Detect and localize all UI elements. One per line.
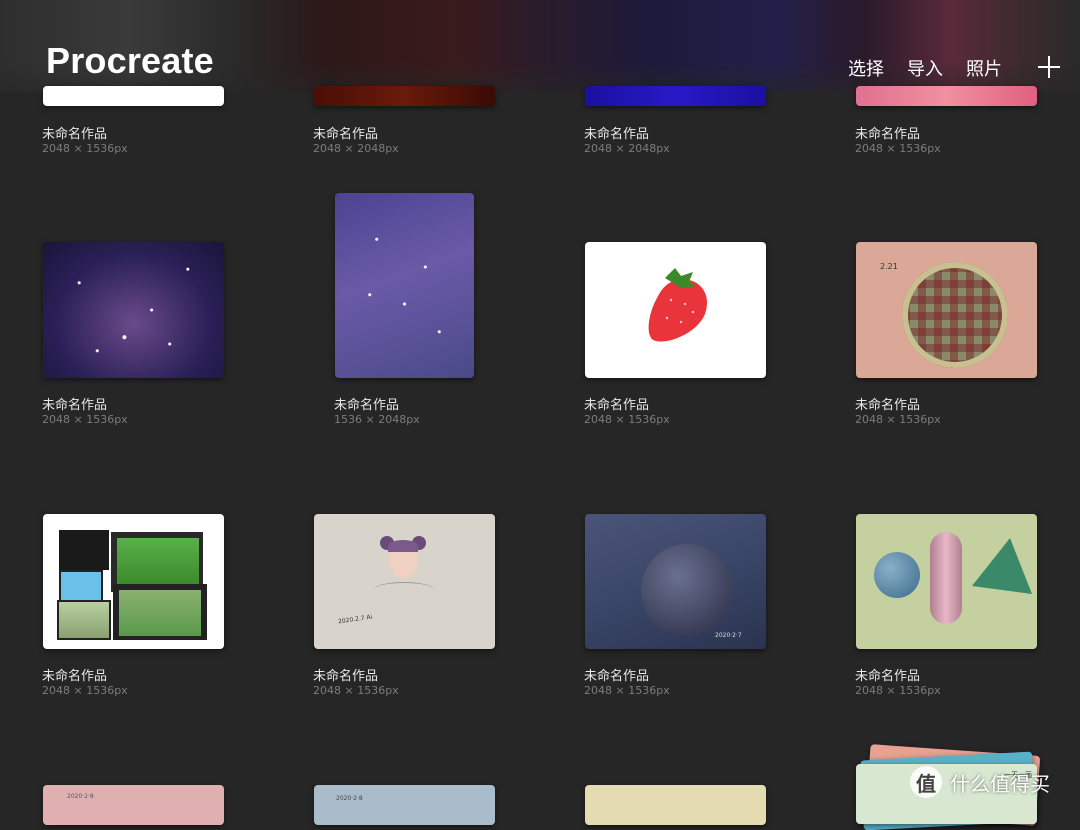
watermark-logo-icon: 值 [910, 766, 942, 798]
artwork-thumbnail-night-sky[interactable] [335, 193, 474, 378]
collage-panel [59, 570, 103, 604]
artwork-dimensions: 2048 × 2048px [584, 142, 670, 155]
triangle-shape [972, 538, 1032, 594]
artwork-thumbnail-shapes[interactable] [856, 514, 1037, 649]
artwork-dimensions: 2048 × 1536px [42, 413, 128, 426]
artwork-name: 未命名作品 [855, 127, 921, 142]
collage-panel [59, 530, 109, 570]
artwork-dimensions: 2048 × 1536px [42, 142, 128, 155]
watermark-text: 什么值得买 [950, 771, 1050, 796]
artwork-thumbnail[interactable] [43, 86, 224, 106]
artwork-dimensions: 2048 × 1536px [584, 413, 670, 426]
portrait-hair [388, 540, 418, 552]
sphere-shape [874, 552, 920, 598]
capsule-shape [930, 532, 962, 624]
artwork-thumbnail[interactable]: 2020·2·8 [314, 785, 495, 825]
artwork-thumbnail[interactable] [585, 86, 766, 106]
artwork-thumbnail-planet[interactable]: 2020·2·7 [585, 514, 766, 649]
artwork-name: 未命名作品 [855, 669, 921, 684]
artwork-name: 未命名作品 [42, 127, 108, 142]
artwork-name: 未命名作品 [334, 398, 400, 413]
artwork-thumbnail-collage[interactable] [43, 514, 224, 649]
photos-button[interactable]: 照片 [966, 55, 1002, 81]
strawberry-drawing [648, 268, 708, 342]
artwork-date-label: 2020·2·7 [715, 632, 742, 639]
artwork-thumbnail[interactable] [314, 86, 495, 106]
portrait-shoulders [374, 582, 434, 597]
planet-drawing [641, 544, 733, 636]
artwork-date-label: 2.21 [880, 262, 898, 271]
artwork-name: 未命名作品 [313, 127, 379, 142]
artwork-thumbnail[interactable] [585, 785, 766, 825]
collage-panel [119, 590, 201, 636]
watermark: 值 什么值得买 [910, 766, 1050, 798]
artwork-thumbnail-pie[interactable]: 2.21 [856, 242, 1037, 378]
artwork-date-label: 2020·2·8 [67, 793, 94, 800]
artwork-dimensions: 2048 × 1536px [855, 684, 941, 697]
artwork-dimensions: 2048 × 1536px [42, 684, 128, 697]
plus-icon[interactable] [1038, 56, 1060, 78]
collage-panel [57, 600, 111, 640]
artwork-thumbnail-starfield[interactable] [43, 242, 224, 378]
artwork-name: 未命名作品 [584, 669, 650, 684]
artwork-dimensions: 2048 × 1536px [313, 684, 399, 697]
artwork-thumbnail[interactable]: 2020·2·8 [43, 785, 224, 825]
artwork-dimensions: 2048 × 1536px [855, 142, 941, 155]
artwork-name: 未命名作品 [42, 398, 108, 413]
pie-drawing [902, 262, 1008, 368]
artwork-name: 未命名作品 [313, 669, 379, 684]
artwork-thumbnail-strawberry[interactable] [585, 242, 766, 378]
select-button[interactable]: 选择 [848, 55, 884, 81]
artwork-dimensions: 2048 × 1536px [584, 684, 670, 697]
artwork-name: 未命名作品 [855, 398, 921, 413]
collage-panel [117, 538, 199, 586]
artwork-dimensions: 2048 × 2048px [313, 142, 399, 155]
import-button[interactable]: 导入 [907, 55, 943, 81]
app-title: Procreate [46, 40, 214, 81]
artwork-thumbnail[interactable] [856, 86, 1037, 106]
artwork-name: 未命名作品 [584, 398, 650, 413]
artwork-name: 未命名作品 [584, 127, 650, 142]
artwork-date-label: 2020·2·8 [336, 795, 363, 802]
artwork-name: 未命名作品 [42, 669, 108, 684]
artwork-date-label: 2020.2.7 Ai [337, 613, 373, 626]
artwork-dimensions: 2048 × 1536px [855, 413, 941, 426]
artwork-thumbnail-portrait[interactable]: 2020.2.7 Ai [314, 514, 495, 649]
artwork-dimensions: 1536 × 2048px [334, 413, 420, 426]
